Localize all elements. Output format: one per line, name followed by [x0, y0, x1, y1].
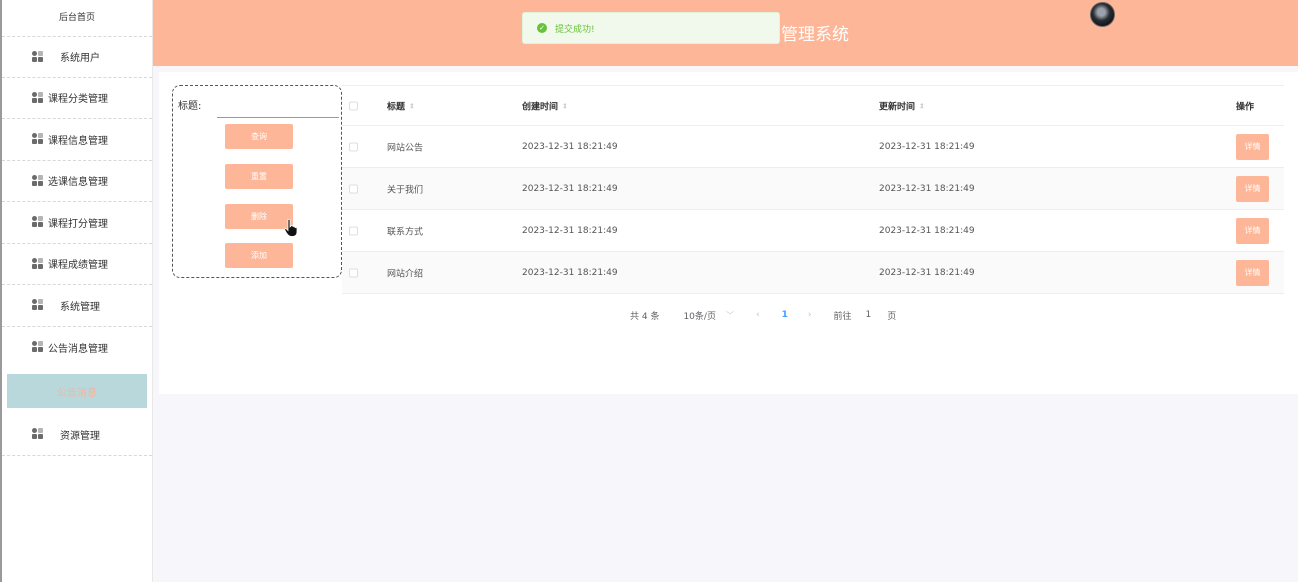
- grid-icon: [32, 299, 44, 311]
- success-toast: ✓ 提交成功!: [522, 12, 780, 44]
- sidebar-item-label: 课程打分管理: [48, 218, 108, 230]
- cell-created: 2023-12-31 18:21:49: [522, 183, 618, 194]
- next-page-icon[interactable]: ›: [808, 310, 812, 320]
- grid-icon: [32, 257, 44, 270]
- sidebar-item-label: 系统管理: [60, 301, 100, 313]
- sidebar-item-enrollment[interactable]: 选课信息管理: [2, 161, 152, 202]
- sidebar-item-course-grades[interactable]: 课程成绩管理: [2, 244, 152, 285]
- sidebar-item-label: 课程信息管理: [48, 135, 108, 147]
- toast-message: 提交成功!: [555, 24, 595, 35]
- column-header-created[interactable]: 创建时间 ⇕: [522, 99, 568, 112]
- column-header-title[interactable]: 标题 ⇕: [387, 99, 415, 112]
- sidebar-item-label: 选课信息管理: [48, 177, 108, 189]
- sidebar-item-label: 课程分类管理: [48, 94, 108, 106]
- page-suffix: 页: [887, 311, 897, 322]
- search-panel: 标题: 查询 重置 删除 添加: [172, 85, 342, 278]
- cell-updated: 2023-12-31 18:21:49: [879, 225, 975, 236]
- grid-icon: [32, 341, 44, 353]
- sidebar-item-notice-admin[interactable]: 公告消息管理: [2, 327, 152, 369]
- query-button[interactable]: 查询: [225, 124, 293, 149]
- row-checkbox[interactable]: [349, 184, 358, 193]
- current-page[interactable]: 1: [782, 310, 788, 320]
- sidebar-item-course-rating[interactable]: 课程打分管理: [2, 202, 152, 244]
- grid-icon: [32, 91, 44, 104]
- sort-icon[interactable]: ⇕: [562, 103, 568, 111]
- grid-icon: [32, 133, 44, 145]
- add-button[interactable]: 添加: [225, 243, 293, 268]
- app-title: 管理系统: [781, 25, 849, 45]
- pagination: 共 4 条 10条/页 ﹀ ‹ 1 › 前往 1 页: [630, 308, 896, 322]
- sidebar-item-system-admin[interactable]: 系统管理: [2, 285, 152, 327]
- sidebar-item-course-info[interactable]: 课程信息管理: [2, 119, 152, 161]
- cell-title: 关于我们: [387, 185, 424, 195]
- cell-updated: 2023-12-31 18:21:49: [879, 141, 975, 152]
- detail-button[interactable]: 详情: [1236, 217, 1269, 244]
- detail-button[interactable]: 详情: [1236, 259, 1269, 286]
- sidebar-item-label: 系统用户: [60, 53, 100, 65]
- cell-created: 2023-12-31 18:21:49: [522, 225, 618, 236]
- cell-title: 联系方式: [387, 227, 424, 237]
- column-header-updated[interactable]: 更新时间 ⇕: [879, 99, 925, 112]
- row-checkbox[interactable]: [349, 226, 358, 235]
- column-header-operation: 操作: [1236, 102, 1255, 112]
- title-input[interactable]: [217, 94, 339, 118]
- delete-button[interactable]: 删除: [225, 204, 293, 229]
- chevron-down-icon[interactable]: ﹀: [726, 310, 734, 321]
- pagination-total: 共 4 条: [630, 311, 660, 322]
- sidebar-home[interactable]: 后台首页: [2, 0, 152, 36]
- cell-created: 2023-12-31 18:21:49: [522, 141, 618, 152]
- sidebar-item-system-users[interactable]: 系统用户: [2, 36, 152, 78]
- sidebar-item-label: 资源管理: [60, 430, 100, 442]
- row-checkbox[interactable]: [349, 142, 358, 151]
- goto-label: 前往: [833, 311, 852, 322]
- detail-button[interactable]: 详情: [1236, 133, 1269, 160]
- table-row: 关于我们 2023-12-31 18:21:49 2023-12-31 18:2…: [342, 168, 1284, 210]
- reset-button[interactable]: 重置: [225, 164, 293, 189]
- check-circle-icon: ✓: [537, 23, 547, 33]
- avatar[interactable]: [1090, 2, 1115, 27]
- cell-created: 2023-12-31 18:21:49: [522, 267, 618, 278]
- hand-cursor-icon: [284, 219, 298, 237]
- cell-title: 网站公告: [387, 143, 424, 153]
- sidebar-item-label: 公告消息管理: [48, 343, 108, 355]
- table-row: 网站公告 2023-12-31 18:21:49 2023-12-31 18:2…: [342, 126, 1284, 168]
- row-checkbox[interactable]: [349, 268, 358, 277]
- sidebar-item-course-category[interactable]: 课程分类管理: [2, 78, 152, 119]
- table-row: 联系方式 2023-12-31 18:21:49 2023-12-31 18:2…: [342, 210, 1284, 252]
- sort-icon[interactable]: ⇕: [409, 103, 415, 111]
- sidebar-item-resources[interactable]: 资源管理: [2, 414, 152, 456]
- sort-icon[interactable]: ⇕: [919, 103, 925, 111]
- prev-page-icon[interactable]: ‹: [756, 310, 760, 320]
- select-all-checkbox[interactable]: [349, 101, 358, 110]
- cell-title: 网站介绍: [387, 269, 424, 279]
- cell-updated: 2023-12-31 18:21:49: [879, 183, 975, 194]
- sidebar-subitem-notices[interactable]: 公告消息: [7, 374, 147, 408]
- grid-icon: [32, 50, 44, 63]
- grid-icon: [32, 216, 44, 228]
- goto-page-input[interactable]: 1: [865, 310, 871, 320]
- sidebar: 后台首页 系统用户 课程分类管理 课程信息管理 选课信息管理 课程打分管理 课程…: [0, 0, 153, 582]
- grid-icon: [32, 428, 44, 440]
- title-label: 标题:: [178, 101, 202, 112]
- cell-updated: 2023-12-31 18:21:49: [879, 267, 975, 278]
- table-row: 网站介绍 2023-12-31 18:21:49 2023-12-31 18:2…: [342, 252, 1284, 294]
- page-size-select[interactable]: 10条/页: [683, 309, 716, 322]
- table-header-row: 标题 ⇕ 创建时间 ⇕ 更新时间 ⇕ 操作: [342, 86, 1284, 126]
- sidebar-item-label: 课程成绩管理: [48, 260, 108, 272]
- notice-table: 标题 ⇕ 创建时间 ⇕ 更新时间 ⇕ 操作 网站公告 2023-12-31 18:21…: [342, 85, 1284, 294]
- detail-button[interactable]: 详情: [1236, 175, 1269, 202]
- grid-icon: [32, 174, 44, 187]
